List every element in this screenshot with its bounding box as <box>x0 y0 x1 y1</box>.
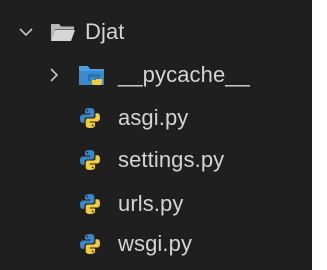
file-explorer-tree: Djat __pycache__ asgi.py settings.py url… <box>0 0 312 270</box>
tree-item-urls-file[interactable]: urls.py <box>0 184 312 224</box>
wsgi-file-label: wsgi.py <box>118 231 193 256</box>
tree-item-asgi-file[interactable]: asgi.py <box>0 98 312 138</box>
tree-item-pycache-folder[interactable]: __pycache__ <box>0 55 312 95</box>
asgi-file-label: asgi.py <box>118 105 189 130</box>
folder-open-icon <box>51 24 75 41</box>
pycache-folder-label: __pycache__ <box>118 62 250 87</box>
tree-item-settings-file[interactable]: settings.py <box>0 140 312 180</box>
chevron-right-icon[interactable] <box>44 65 64 85</box>
python-file-icon <box>80 150 100 170</box>
python-file-icon <box>80 194 100 214</box>
pycache-folder-icon <box>79 66 104 85</box>
tree-item-wsgi-file[interactable]: wsgi.py <box>0 224 312 264</box>
tree-item-root-folder[interactable]: Djat <box>0 12 312 52</box>
urls-file-label: urls.py <box>118 191 184 216</box>
python-file-icon <box>80 234 100 254</box>
settings-file-label: settings.py <box>118 147 225 172</box>
root-folder-label: Djat <box>85 19 125 44</box>
chevron-down-icon[interactable] <box>16 22 36 42</box>
python-file-icon <box>80 108 100 128</box>
